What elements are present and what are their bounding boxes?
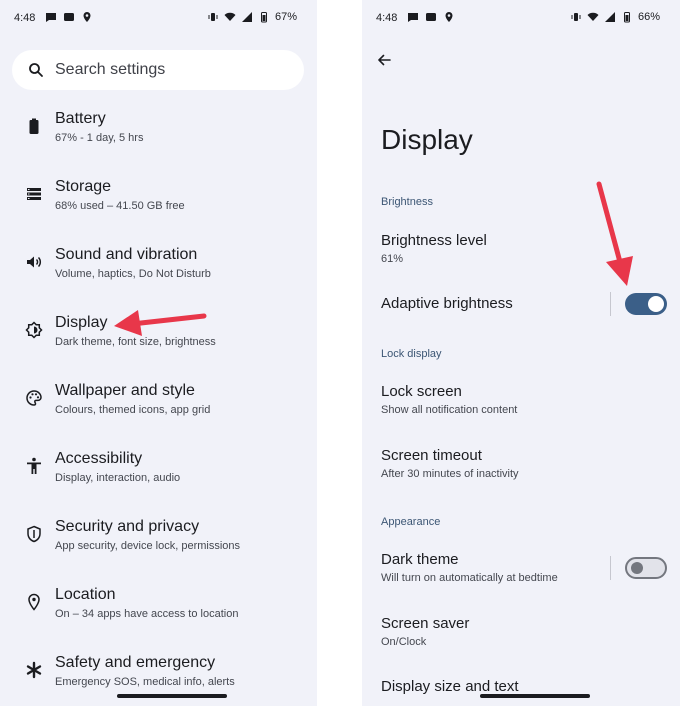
toggle-divider <box>610 556 611 580</box>
settings-item-title: Sound and vibration <box>55 246 198 263</box>
battery-icon <box>24 116 44 136</box>
adaptive-brightness-title: Adaptive brightness <box>381 295 513 312</box>
storage-icon <box>24 184 44 204</box>
brightness-level-title: Brightness level <box>381 232 487 249</box>
screen-saver-item[interactable]: Screen saver On/Clock <box>381 615 671 659</box>
dark-theme-subtitle: Will turn on automatically at bedtime <box>381 572 558 584</box>
settings-item-subtitle: Colours, themed icons, app grid <box>55 404 211 416</box>
settings-item-title: Security and privacy <box>55 518 200 535</box>
settings-item-accessibility[interactable]: Accessibility Display, interaction, audi… <box>0 450 317 510</box>
display-size-title: Display size and text <box>381 678 519 695</box>
settings-screen: 4:48 67% Search settings Battery 67% - 1… <box>0 0 317 706</box>
settings-item-title: Battery <box>55 110 106 127</box>
settings-item-subtitle: Emergency SOS, medical info, alerts <box>55 676 235 688</box>
brightness-icon <box>24 320 44 340</box>
screen-timeout-subtitle: After 30 minutes of inactivity <box>381 468 519 480</box>
settings-item-title: Storage <box>55 178 112 195</box>
location-status-icon <box>81 11 93 23</box>
screen-timeout-title: Screen timeout <box>381 447 482 464</box>
home-indicator[interactable] <box>480 694 590 698</box>
battery-status-icon <box>258 11 270 23</box>
screen-saver-subtitle: On/Clock <box>381 636 427 648</box>
search-settings-bar[interactable]: Search settings <box>12 50 304 90</box>
dark-theme-toggle[interactable] <box>625 557 667 579</box>
status-bar: 4:48 67% <box>0 0 317 38</box>
display-settings-screen: 4:48 66% Display Brightness Brightness l… <box>362 0 680 706</box>
display-size-item[interactable]: Display size and text <box>381 678 671 706</box>
adaptive-brightness-toggle[interactable] <box>625 293 667 315</box>
vibrate-icon <box>207 11 219 23</box>
lock-screen-subtitle: Show all notification content <box>381 404 518 416</box>
palette-icon <box>24 388 44 408</box>
lock-screen-title: Lock screen <box>381 383 462 400</box>
settings-item-subtitle: On – 34 apps have access to location <box>55 608 239 620</box>
settings-item-subtitle: Volume, haptics, Do Not Disturb <box>55 268 211 280</box>
search-icon <box>28 62 44 78</box>
settings-item-storage[interactable]: Storage 68% used – 41.50 GB free <box>0 178 317 238</box>
asterisk-icon <box>24 660 44 680</box>
battery-percent: 66% <box>637 11 660 23</box>
wifi-icon <box>587 11 599 23</box>
volume-icon <box>24 252 44 272</box>
message-icon <box>45 11 57 23</box>
wifi-icon <box>224 11 236 23</box>
notification-icon <box>63 11 75 23</box>
settings-item-title: Location <box>55 586 116 603</box>
battery-percent: 67% <box>274 11 297 23</box>
section-header-brightness: Brightness <box>381 196 433 208</box>
brightness-level-item[interactable]: Brightness level 61% <box>381 232 671 276</box>
signal-icon <box>241 11 253 23</box>
settings-item-title: Display <box>55 314 108 331</box>
screen-saver-title: Screen saver <box>381 615 470 632</box>
settings-item-subtitle: App security, device lock, permissions <box>55 540 241 552</box>
back-arrow-icon[interactable] <box>376 52 392 68</box>
settings-item-subtitle: 68% used – 41.50 GB free <box>55 200 185 212</box>
settings-item-subtitle: Dark theme, font size, brightness <box>55 336 216 348</box>
vibrate-icon <box>570 11 582 23</box>
battery-status-icon <box>621 11 633 23</box>
signal-icon <box>604 11 616 23</box>
settings-item-subtitle: 67% - 1 day, 5 hrs <box>55 132 144 144</box>
page-title: Display <box>381 124 473 155</box>
status-time: 4:48 <box>376 12 398 24</box>
settings-item-title: Wallpaper and style <box>55 382 195 399</box>
brightness-level-value: 61% <box>381 253 404 265</box>
settings-item-battery[interactable]: Battery 67% - 1 day, 5 hrs <box>0 110 317 170</box>
settings-item-wallpaper[interactable]: Wallpaper and style Colours, themed icon… <box>0 382 317 442</box>
status-bar: 4:48 66% <box>362 0 680 38</box>
section-header-appearance: Appearance <box>381 516 441 528</box>
home-indicator[interactable] <box>117 694 227 698</box>
location-status-icon <box>443 11 455 23</box>
screen-timeout-item[interactable]: Screen timeout After 30 minutes of inact… <box>381 447 671 491</box>
settings-item-sound[interactable]: Sound and vibration Volume, haptics, Do … <box>0 246 317 306</box>
lock-screen-item[interactable]: Lock screen Show all notification conten… <box>381 383 671 427</box>
settings-item-location[interactable]: Location On – 34 apps have access to loc… <box>0 586 317 646</box>
shield-icon <box>24 524 44 544</box>
settings-item-safety[interactable]: Safety and emergency Emergency SOS, medi… <box>0 654 317 706</box>
status-time: 4:48 <box>14 12 36 24</box>
section-header-lock-display: Lock display <box>381 348 442 360</box>
settings-item-security[interactable]: Security and privacy App security, devic… <box>0 518 317 578</box>
settings-item-subtitle: Display, interaction, audio <box>55 472 181 484</box>
toggle-divider <box>610 292 611 316</box>
accessibility-icon <box>24 456 44 476</box>
settings-item-title: Safety and emergency <box>55 654 216 671</box>
location-icon <box>24 592 44 612</box>
message-icon <box>407 11 419 23</box>
toggle-knob <box>648 296 664 312</box>
search-label: Search settings <box>55 61 166 78</box>
dark-theme-title: Dark theme <box>381 551 459 568</box>
settings-item-title: Accessibility <box>55 450 143 467</box>
toggle-knob <box>631 562 643 574</box>
notification-icon <box>425 11 437 23</box>
settings-item-display[interactable]: Display Dark theme, font size, brightnes… <box>0 314 317 374</box>
